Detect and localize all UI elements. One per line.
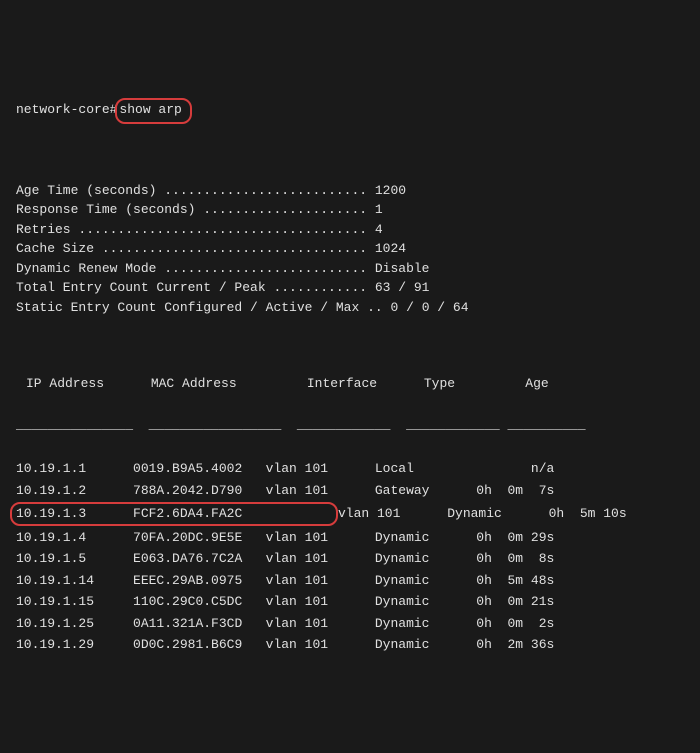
setting-value: 0 / 0 / 64 [390,300,468,315]
table-row: 10.19.1.29 0D0C.2981.B6C9 vlan 101 Dynam… [16,634,684,656]
cell-interface: vlan 101 [266,616,375,631]
table-row: 10.19.1.1 0019.B9A5.4002 vlan 101 Local … [16,458,684,480]
table-row: 10.19.1.14 EEEC.29AB.0975 vlan 101 Dynam… [16,570,684,592]
arp-table-header: IP Address MAC Address Interface Type Ag… [16,370,684,396]
cell-age: 0h 0m 7s [469,483,555,498]
cell-age: 0h 5m 48s [469,573,555,588]
setting-value: 4 [375,222,383,237]
setting-label: Static Entry Count Configured / Active /… [16,300,359,315]
cell-interface: vlan 101 [266,573,375,588]
cell-age: 0h 2m 36s [469,637,555,652]
cell-mac: FCF2.6DA4.FA2C [133,506,266,521]
cell-ip: 10.19.1.25 [16,616,133,631]
cell-interface: vlan 101 [266,594,375,609]
setting-label: Age Time (seconds) [16,183,156,198]
prompt-host: network-core# [16,102,117,117]
prompt-line: network-core#show arp [16,98,684,124]
cell-ip: 10.19.1.3 [16,506,133,521]
highlighted-arp-entry: 10.19.1.3 FCF2.6DA4.FA2C [10,502,338,526]
cell-ip: 10.19.1.29 [16,637,133,652]
setting-value: Disable [375,261,430,276]
setting-label: Total Entry Count Current / Peak [16,280,266,295]
cell-interface: vlan 101 [266,530,375,545]
cell-mac: 70FA.20DC.9E5E [133,530,266,545]
cell-mac: 110C.29C0.C5DC [133,594,266,609]
cell-mac: 0D0C.2981.B6C9 [133,637,266,652]
table-row: 10.19.1.2 788A.2042.D790 vlan 101 Gatewa… [16,480,684,502]
cell-age: 0h 0m 29s [469,530,555,545]
cell-age: n/a [469,461,555,476]
cell-type: Dynamic [375,530,469,545]
cell-ip: 10.19.1.1 [16,461,133,476]
cell-mac: EEEC.29AB.0975 [133,573,266,588]
setting-value: 1200 [375,183,406,198]
setting-line: Dynamic Renew Mode .....................… [16,259,684,279]
setting-line: Total Entry Count Current / Peak .......… [16,278,684,298]
setting-label: Response Time (seconds) [16,202,195,217]
table-row: 10.19.1.15 110C.29C0.C5DC vlan 101 Dynam… [16,591,684,613]
setting-label: Retries [16,222,71,237]
cell-type: Local [375,461,469,476]
cell-interface: vlan 101 [266,461,375,476]
setting-value: 1 [375,202,383,217]
cell-type: Dynamic [375,573,469,588]
table-row: 10.19.1.4 70FA.20DC.9E5E vlan 101 Dynami… [16,527,684,549]
cell-age: 0h 0m 2s [469,616,555,631]
row-rest: vlan 101 Dynamic 0h 5m 10s [338,506,627,521]
cell-age: 0h 0m 8s [469,551,555,566]
arp-table-body: 10.19.1.1 0019.B9A5.4002 vlan 101 Local … [16,458,684,656]
setting-line: Static Entry Count Configured / Active /… [16,298,684,318]
arp-table-divider: _______________ _________________ ______… [16,415,684,439]
setting-label: Cache Size [16,241,94,256]
setting-line: Cache Size .............................… [16,239,684,259]
cell-mac: 0019.B9A5.4002 [133,461,266,476]
setting-label: Dynamic Renew Mode [16,261,156,276]
cell-ip: 10.19.1.2 [16,483,133,498]
cell-interface: vlan 101 [266,483,375,498]
setting-line: Age Time (seconds) .....................… [16,181,684,201]
table-row: 10.19.1.25 0A11.321A.F3CD vlan 101 Dynam… [16,613,684,635]
prompt-command: show arp [115,98,191,124]
arp-settings-block: Age Time (seconds) .....................… [16,181,684,318]
cell-age: 0h 0m 21s [469,594,555,609]
cell-ip: 10.19.1.14 [16,573,133,588]
setting-line: Response Time (seconds) ................… [16,200,684,220]
setting-line: Retries ................................… [16,220,684,240]
cell-interface: vlan 101 [266,637,375,652]
cell-mac: E063.DA76.7C2A [133,551,266,566]
cell-interface: vlan 101 [266,551,375,566]
table-row: 10.19.1.5 E063.DA76.7C2A vlan 101 Dynami… [16,548,684,570]
cell-type: Dynamic [375,594,469,609]
cell-type: Dynamic [375,616,469,631]
cell-ip: 10.19.1.4 [16,530,133,545]
cell-ip: 10.19.1.15 [16,594,133,609]
cell-mac: 788A.2042.D790 [133,483,266,498]
cell-type: Dynamic [375,637,469,652]
cell-mac: 0A11.321A.F3CD [133,616,266,631]
setting-value: 1024 [375,241,406,256]
cell-ip: 10.19.1.5 [16,551,133,566]
setting-value: 63 / 91 [375,280,430,295]
cell-type: Gateway [375,483,469,498]
cell-type: Dynamic [375,551,469,566]
